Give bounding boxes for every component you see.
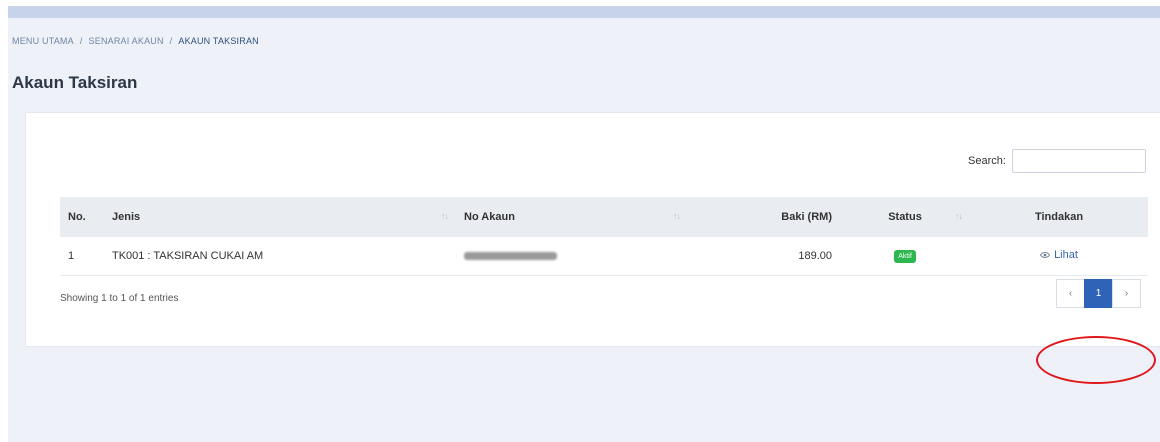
page-title: Akaun Taksiran bbox=[12, 73, 138, 92]
header-tindakan-label: Tindakan bbox=[1034, 211, 1084, 223]
view-link[interactable]: Lihat bbox=[1040, 249, 1078, 261]
accounts-table: No. Jenis ↑↓ No Akaun ↑↓ Baki (RM) Status ↑… bbox=[60, 197, 1148, 276]
sort-icon: ↑↓ bbox=[955, 211, 963, 221]
header-tindakan: Tindakan bbox=[970, 197, 1148, 237]
top-bar bbox=[8, 6, 1160, 18]
pagination-prev-button[interactable]: ‹ bbox=[1056, 279, 1085, 308]
header-no-akaun-label: No Akaun bbox=[464, 211, 515, 223]
header-jenis[interactable]: Jenis ↑↓ bbox=[104, 197, 456, 237]
search-label: Search: bbox=[968, 155, 1006, 167]
breadcrumb: MENU UTAMA / SENARAI AKAUN / AKAUN TAKSIRAN bbox=[12, 36, 259, 46]
header-no-akaun[interactable]: No Akaun ↑↓ bbox=[456, 197, 688, 237]
cell-tindakan: Lihat bbox=[970, 237, 1148, 275]
redacted-account-number bbox=[464, 251, 557, 260]
breadcrumb-senarai-akaun[interactable]: SENARAI AKAUN bbox=[89, 36, 164, 46]
cell-no: 1 bbox=[68, 249, 75, 262]
header-status-label: Status bbox=[888, 211, 922, 223]
breadcrumb-current: AKAUN TAKSIRAN bbox=[178, 36, 259, 46]
search-box: Search: bbox=[968, 149, 1146, 173]
cell-status: Aktif bbox=[840, 237, 970, 275]
header-status[interactable]: Status ↑↓ bbox=[840, 197, 970, 237]
pagination-page-1[interactable]: 1 bbox=[1084, 279, 1113, 308]
pagination: ‹ 1 › bbox=[1056, 279, 1141, 308]
table-header-row: No. Jenis ↑↓ No Akaun ↑↓ Baki (RM) Status ↑… bbox=[60, 197, 1148, 237]
header-jenis-label: Jenis bbox=[112, 211, 141, 223]
cell-no-akaun bbox=[456, 237, 688, 275]
pagination-next-button[interactable]: › bbox=[1112, 279, 1141, 308]
eye-icon bbox=[1040, 252, 1051, 259]
breadcrumb-separator: / bbox=[169, 36, 173, 46]
cell-baki: 189.00 bbox=[798, 249, 832, 262]
table-row: 1 TK001 : TAKSIRAN CUKAI AM 189.00 Aktif… bbox=[60, 237, 1148, 275]
breadcrumb-menu-utama[interactable]: MENU UTAMA bbox=[12, 36, 74, 46]
view-link-label: Lihat bbox=[1054, 249, 1078, 262]
sort-icon: ↑↓ bbox=[673, 211, 681, 221]
header-no[interactable]: No. bbox=[60, 197, 104, 237]
breadcrumb-separator: / bbox=[79, 36, 83, 46]
highlight-circle bbox=[1036, 336, 1156, 384]
table-info: Showing 1 to 1 of 1 entries bbox=[60, 293, 179, 304]
cell-jenis: TK001 : TAKSIRAN CUKAI AM bbox=[112, 249, 264, 262]
status-badge: Aktif bbox=[894, 249, 916, 263]
content-card: Search: No. Jenis ↑↓ No Akaun ↑↓ Baki (RM)… bbox=[25, 112, 1160, 384]
app-frame: MENU UTAMA / SENARAI AKAUN / AKAUN TAKSIRAN … bbox=[8, 6, 1160, 442]
header-no-label: No. bbox=[68, 211, 86, 223]
header-baki[interactable]: Baki (RM) bbox=[688, 197, 840, 237]
header-baki-label: Baki (RM) bbox=[781, 211, 832, 223]
search-input[interactable] bbox=[1011, 149, 1146, 173]
sort-icon: ↑↓ bbox=[441, 211, 449, 221]
